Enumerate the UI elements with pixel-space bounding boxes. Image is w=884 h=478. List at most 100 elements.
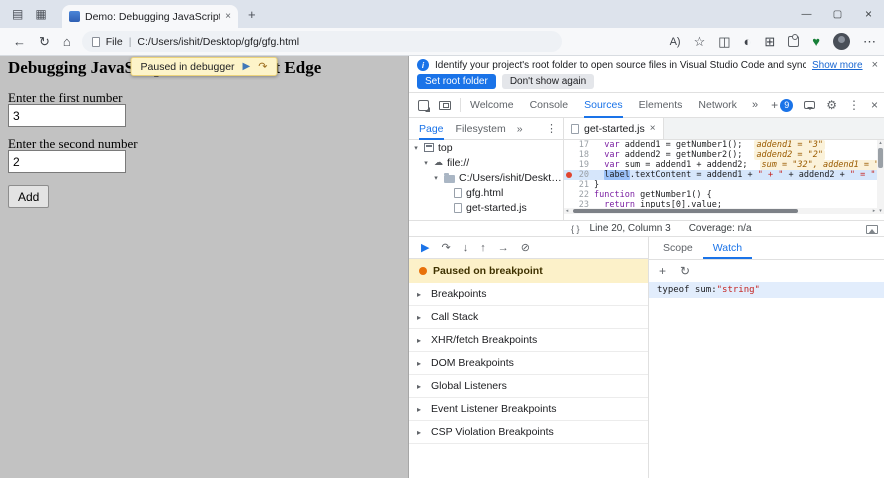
devtools-tab-console[interactable]: Console [530, 93, 569, 118]
editor-tab-close-icon[interactable]: × [650, 123, 656, 134]
step-over-icon[interactable]: ↷ [441, 241, 450, 254]
code-text[interactable]: return inputs[0].value; [594, 200, 877, 208]
read-aloud-icon[interactable]: A) [670, 36, 681, 48]
extensions-icon[interactable] [788, 34, 800, 47]
section-event-listener-breakpoints[interactable]: ▸ Event Listener Breakpoints [409, 398, 648, 421]
add-panel-icon[interactable]: + [771, 98, 778, 112]
line-number[interactable]: 20 [574, 170, 594, 180]
scroll-down-icon[interactable]: ▾ [879, 208, 882, 214]
code-line-19[interactable]: 19 var sum = addend1 + addend2; sum = "32… [564, 160, 877, 170]
code-text[interactable]: label.textContent = addend1 + " + " + ad… [594, 170, 877, 180]
code-line-23[interactable]: 23 return inputs[0].value; [564, 200, 877, 208]
more-tabs-icon[interactable]: » [752, 99, 758, 111]
add-button[interactable]: Add [8, 185, 50, 208]
editor-tab-get-started-js[interactable]: get-started.js × [564, 118, 664, 139]
devtools-tab-network[interactable]: Network [698, 93, 737, 118]
line-number[interactable]: 19 [574, 160, 594, 170]
step-over-icon[interactable]: ↷ [258, 60, 267, 73]
browser-essentials-icon[interactable]: ♥ [812, 34, 820, 49]
refresh-icon[interactable]: ↻ [39, 34, 50, 50]
code-line-22[interactable]: 22 function getNumber1() { [564, 190, 877, 200]
settings-more-icon[interactable]: ⋯ [863, 34, 876, 50]
inspect-icon[interactable] [418, 99, 430, 112]
tab-watch[interactable]: Watch [703, 237, 752, 259]
workspaces-icon[interactable]: ▦ [35, 7, 46, 21]
more-nav-tabs-icon[interactable]: » [517, 123, 523, 135]
add-watch-icon[interactable]: + [659, 264, 666, 278]
resume-icon[interactable]: ▶ [421, 241, 429, 254]
step-into-icon[interactable]: ↓ [463, 242, 469, 254]
device-toolbar-icon[interactable] [439, 100, 451, 110]
editor-horizontal-scrollbar[interactable]: ◂ ▸ [564, 208, 877, 214]
line-number[interactable]: 18 [574, 150, 594, 160]
profile-avatar[interactable] [833, 33, 850, 50]
refresh-watch-icon[interactable]: ↻ [680, 264, 690, 278]
code-text[interactable]: } [594, 180, 877, 190]
tree-item-top[interactable]: ▾ top [409, 140, 563, 155]
code-view[interactable]: 17 var addend1 = getNumber1(); addend1 = … [564, 140, 877, 208]
dont-show-again-button[interactable]: Don't show again [501, 74, 595, 89]
activity-badge[interactable]: 9 [780, 98, 794, 112]
devtools-tab-welcome[interactable]: Welcome [470, 93, 514, 118]
feedback-icon[interactable] [804, 101, 816, 110]
back-icon[interactable]: ← [13, 34, 26, 49]
scroll-left-icon[interactable]: ◂ [564, 208, 570, 214]
scroll-up-icon[interactable]: ▴ [879, 140, 882, 146]
scroll-right-icon[interactable]: ▸ [871, 208, 877, 214]
tab-close-icon[interactable]: × [225, 11, 231, 22]
page-info-icon[interactable] [91, 36, 100, 47]
section-call-stack[interactable]: ▸ Call Stack [409, 306, 648, 329]
watch-expression[interactable]: typeof sum: "string" [649, 282, 884, 298]
devtools-menu-icon[interactable]: ⋮ [848, 98, 860, 112]
tab-actions-icon[interactable]: ▤ [12, 7, 23, 21]
minimize-button[interactable]: — [791, 9, 822, 20]
address-bar[interactable]: File | C:/Users/ishit/Desktop/gfg/gfg.ht… [81, 31, 562, 52]
deactivate-breakpoints-icon[interactable]: ⊘ [521, 241, 530, 254]
section-global-listeners[interactable]: ▸ Global Listeners [409, 375, 648, 398]
code-line-17[interactable]: 17 var addend1 = getNumber1(); addend1 = … [564, 140, 877, 150]
step-out-icon[interactable]: ↑ [480, 242, 486, 254]
breakpoint-marker[interactable] [564, 172, 574, 178]
code-line-20[interactable]: 20 label.textContent = addend1 + " + " +… [564, 170, 877, 180]
step-icon[interactable]: → [498, 242, 509, 254]
code-text[interactable]: function getNumber1() { [594, 190, 877, 200]
show-more-link[interactable]: Show more [812, 60, 863, 71]
resume-icon[interactable]: ▶ [243, 61, 251, 72]
set-root-folder-button[interactable]: Set root folder [417, 74, 496, 89]
horizontal-scroll-thumb[interactable] [573, 209, 799, 213]
devtools-tab-sources[interactable]: Sources [584, 93, 623, 118]
code-text[interactable]: var sum = addend1 + addend2; sum = "32", … [594, 160, 877, 170]
collections-icon[interactable]: ⊞ [764, 34, 775, 50]
vertical-scroll-thumb[interactable] [878, 148, 883, 168]
line-number[interactable]: 21 [574, 180, 594, 190]
favorites-icon[interactable]: ☆ [694, 34, 706, 50]
section-dom-breakpoints[interactable]: ▸ DOM Breakpoints [409, 352, 648, 375]
browser-tab[interactable]: Demo: Debugging JavaScript wit × [62, 5, 238, 28]
editor-vertical-scrollbar[interactable]: ▴ ▾ [877, 140, 884, 214]
image-icon[interactable] [866, 225, 878, 234]
second-number-input[interactable] [8, 150, 126, 173]
tree-item-file[interactable]: ▾ ☁ file:// [409, 155, 563, 170]
pretty-print-icon[interactable]: { } [571, 224, 580, 234]
settings-gear-icon[interactable]: ⚙ [826, 98, 837, 112]
line-number[interactable]: 22 [574, 190, 594, 200]
tab-scope[interactable]: Scope [653, 237, 703, 259]
window-close-button[interactable]: × [853, 7, 884, 21]
infobar-close-icon[interactable]: × [872, 59, 878, 71]
tree-item-c-users-ishit-desktop-gfg[interactable]: ▾ C:/Users/ishit/Desktop/gfg [409, 170, 563, 185]
sources-nav-tab-filesystem[interactable]: Filesystem [456, 118, 506, 140]
first-number-input[interactable] [8, 104, 126, 127]
devtools-close-icon[interactable]: × [871, 98, 878, 112]
copilot-icon[interactable]: ◐ [744, 34, 752, 49]
section-csp-violation-breakpoints[interactable]: ▸ CSP Violation Breakpoints [409, 421, 648, 444]
sources-nav-tab-page[interactable]: Page [419, 118, 444, 140]
new-tab-button[interactable]: + [248, 7, 256, 22]
maximize-button[interactable]: ▢ [822, 9, 853, 20]
code-line-21[interactable]: 21} [564, 180, 877, 190]
code-line-18[interactable]: 18 var addend2 = getNumber2(); addend2 = … [564, 150, 877, 160]
line-number[interactable]: 17 [574, 140, 594, 150]
section-breakpoints[interactable]: ▸ Breakpoints [409, 283, 648, 306]
split-screen-icon[interactable]: ◫ [718, 34, 730, 50]
tree-item-gfg-html[interactable]: gfg.html [409, 185, 563, 200]
code-text[interactable]: var addend1 = getNumber1(); addend1 = "3" [594, 140, 877, 150]
